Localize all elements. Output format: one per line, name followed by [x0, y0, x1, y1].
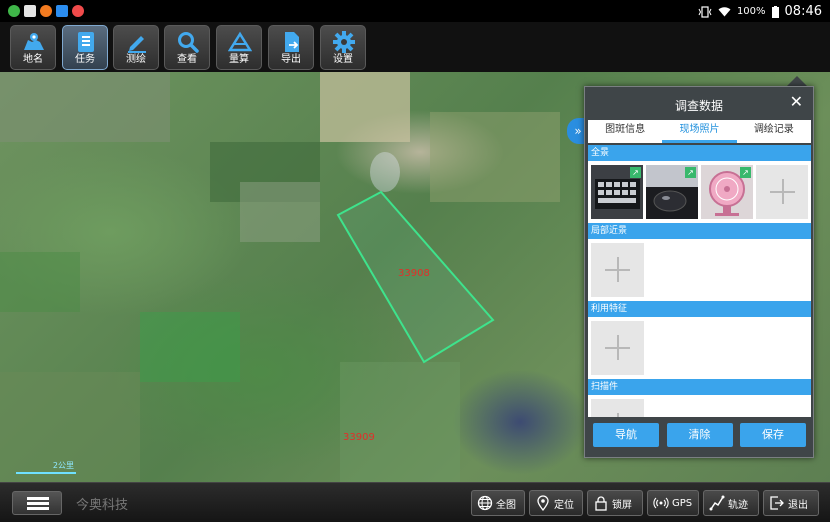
lock-icon — [595, 496, 607, 511]
photo-row — [588, 317, 811, 379]
notification-image-icon — [24, 5, 36, 17]
gps-button[interactable]: GPS — [647, 490, 699, 516]
top-toolbar: 地名 任务 测绘 查看 量算 导出 设置 — [0, 22, 830, 72]
parcel-label: 33908 — [398, 268, 430, 279]
photo-row: ↗ ↗ ↗ — [588, 161, 811, 223]
track-button[interactable]: 轨迹 — [703, 490, 759, 516]
add-photo-button[interactable] — [756, 165, 808, 219]
clock: 08:46 — [784, 4, 822, 19]
menu-button[interactable] — [12, 491, 62, 515]
section-header: 局部近景 — [588, 223, 811, 239]
section-header: 扫描件 — [588, 379, 811, 395]
open-photo-icon[interactable]: ↗ — [740, 167, 751, 178]
notification-app-icon — [72, 5, 84, 17]
add-photo-button[interactable] — [591, 243, 644, 297]
map-scale-bar: 2公里 — [16, 460, 78, 476]
lock-screen-button[interactable]: 锁屏 — [587, 490, 643, 516]
save-button[interactable]: 保存 — [740, 423, 806, 447]
tab-site-photos[interactable]: 现场照片 — [662, 120, 737, 143]
exit-icon — [770, 496, 784, 510]
section-header: 全景 — [588, 145, 811, 161]
survey-button[interactable]: 测绘 — [113, 25, 159, 70]
notification-s-icon — [56, 5, 68, 17]
notification-app-icon — [8, 5, 20, 17]
open-photo-icon[interactable]: ↗ — [685, 167, 696, 178]
tab-survey-records[interactable]: 调绘记录 — [737, 120, 811, 143]
clear-button[interactable]: 清除 — [666, 423, 733, 447]
task-button[interactable]: 任务 — [62, 25, 108, 70]
photo-row — [588, 239, 811, 301]
menu-icon — [27, 497, 49, 500]
exit-button[interactable]: 退出 — [763, 490, 819, 516]
survey-data-panel: 调查数据 ✕ 图斑信息 现场照片 调绘记录 全景 ↗ ↗ ↗ 局部近景 利用特征… — [584, 86, 814, 458]
wifi-icon — [718, 7, 731, 17]
section-header: 利用特征 — [588, 301, 811, 317]
settings-button[interactable]: 设置 — [320, 25, 366, 70]
notification-app-icon — [40, 5, 52, 17]
locate-button[interactable]: 定位 — [529, 490, 583, 516]
panel-title: 调查数据 — [674, 99, 723, 113]
battery-icon — [771, 5, 779, 18]
status-bar: 100% 08:46 — [0, 0, 830, 22]
full-extent-button[interactable]: 全图 — [471, 490, 525, 516]
keyboard-photo[interactable]: ↗ — [591, 165, 643, 219]
company-name: 今奥科技 — [76, 498, 129, 513]
panel-actions: 导航 清除 保存 — [588, 421, 811, 451]
measure-button[interactable]: 量算 — [216, 25, 262, 70]
tab-parcel-info[interactable]: 图斑信息 — [588, 120, 662, 143]
mouse-photo[interactable]: ↗ — [646, 165, 698, 219]
fan-photo[interactable]: ↗ — [701, 165, 753, 219]
panel-pointer — [787, 76, 807, 86]
add-photo-button[interactable] — [591, 399, 644, 417]
export-button[interactable]: 导出 — [268, 25, 314, 70]
gps-signal-icon — [653, 497, 669, 509]
open-photo-icon[interactable]: ↗ — [630, 167, 641, 178]
place-name-button[interactable]: 地名 — [10, 25, 56, 70]
bottom-bar: 今奥科技 全图 定位 锁屏 GPS 轨迹 退出 — [0, 482, 830, 522]
photo-row — [588, 395, 811, 417]
close-icon[interactable]: ✕ — [790, 92, 803, 111]
add-photo-button[interactable] — [591, 321, 644, 375]
photo-sections: 全景 ↗ ↗ ↗ 局部近景 利用特征 扫描件 — [588, 145, 811, 417]
vibrate-icon — [698, 5, 712, 18]
parcel-label: 33909 — [343, 432, 375, 443]
location-pin-icon — [537, 495, 549, 511]
track-icon — [709, 495, 725, 511]
battery-level: 100% — [736, 6, 766, 17]
panel-tabs: 图斑信息 现场照片 调绘记录 — [588, 120, 811, 143]
navigate-button[interactable]: 导航 — [593, 423, 659, 447]
globe-icon — [477, 495, 493, 511]
view-button[interactable]: 查看 — [164, 25, 210, 70]
